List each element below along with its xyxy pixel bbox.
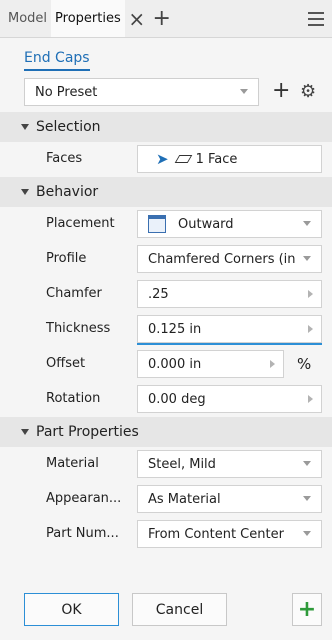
preset-value: No Preset (35, 84, 98, 100)
chevron-down-icon (303, 461, 311, 466)
collapse-triangle-icon (21, 429, 29, 435)
appearance-label: Appearan... (46, 491, 122, 506)
panel-tab-bar: Model Properties × + (0, 0, 332, 38)
preset-dropdown[interactable]: No Preset (24, 78, 259, 106)
offset-input[interactable]: 0.000 in (137, 350, 284, 378)
tab-model[interactable]: Model (4, 0, 51, 37)
select-cursor-icon: ➤ (156, 150, 169, 168)
profile-row: Profile Chamfered Corners (in (0, 242, 332, 277)
material-value: Steel, Mild (148, 456, 216, 472)
expand-arrow-icon[interactable] (308, 290, 313, 298)
thickness-row: Thickness 0.125 in (0, 312, 332, 347)
collapse-triangle-icon (21, 124, 29, 130)
profile-dropdown[interactable]: Chamfered Corners (in (137, 245, 322, 273)
rotation-input[interactable]: 0.00 deg (137, 385, 322, 413)
chevron-down-icon (303, 496, 311, 501)
faces-value: 1 Face (195, 151, 238, 167)
material-label: Material (46, 456, 99, 471)
appearance-dropdown[interactable]: As Material (137, 485, 322, 513)
rotation-row: Rotation 0.00 deg (0, 382, 332, 417)
rotation-label: Rotation (46, 391, 101, 406)
section-behavior-title: Behavior (36, 184, 99, 200)
percent-toggle[interactable]: % (297, 355, 311, 373)
thickness-input[interactable]: 0.125 in (137, 315, 322, 343)
section-part-properties-header[interactable]: Part Properties (0, 417, 332, 447)
expand-arrow-icon[interactable] (308, 395, 313, 403)
expand-arrow-icon[interactable] (308, 325, 313, 333)
chevron-down-icon (303, 256, 311, 261)
offset-row: Offset 0.000 in % (0, 347, 332, 382)
section-selection-header[interactable]: Selection (0, 112, 332, 142)
appearance-value: As Material (148, 491, 221, 507)
expand-arrow-icon[interactable] (270, 360, 275, 368)
gear-icon[interactable]: ⚙ (300, 79, 316, 105)
tab-model-label: Model (8, 11, 48, 26)
close-tab-icon[interactable]: × (125, 0, 149, 38)
section-selection-title: Selection (36, 119, 101, 135)
part-number-label: Part Num... (46, 526, 119, 541)
outward-placement-icon (148, 215, 166, 233)
faces-selector[interactable]: ➤ 1 Face (137, 145, 322, 173)
placement-value: Outward (178, 216, 234, 232)
chamfer-input[interactable]: .25 (137, 280, 322, 308)
profile-value: Chamfered Corners (in (148, 251, 296, 267)
part-number-row: Part Num... From Content Center (0, 517, 332, 552)
apply-plus-button[interactable]: + (292, 593, 322, 626)
chevron-down-icon (303, 531, 311, 536)
tab-properties-label: Properties (55, 11, 121, 26)
thickness-value: 0.125 in (148, 321, 202, 337)
face-icon (174, 155, 192, 163)
ok-button[interactable]: OK (24, 593, 119, 626)
collapse-triangle-icon (21, 189, 29, 195)
cancel-button[interactable]: Cancel (132, 593, 227, 626)
active-field-indicator (137, 343, 322, 345)
faces-label: Faces (46, 151, 83, 166)
section-part-properties-title: Part Properties (36, 424, 139, 440)
faces-row: Faces ➤ 1 Face (0, 142, 332, 177)
thickness-label: Thickness (46, 321, 111, 336)
profile-label: Profile (46, 251, 87, 266)
chamfer-row: Chamfer .25 (0, 277, 332, 312)
tab-end-caps[interactable]: End Caps (24, 50, 90, 71)
chamfer-label: Chamfer (46, 286, 102, 301)
preset-row: No Preset + ⚙ (0, 72, 332, 112)
placement-label: Placement (46, 216, 115, 231)
part-number-dropdown[interactable]: From Content Center (137, 520, 322, 548)
appearance-row: Appearan... As Material (0, 482, 332, 517)
section-behavior-header[interactable]: Behavior (0, 177, 332, 207)
ok-button-label: OK (61, 601, 82, 618)
chevron-down-icon (303, 221, 311, 226)
rotation-value: 0.00 deg (148, 391, 206, 407)
chamfer-value: .25 (148, 286, 169, 302)
add-tab-icon[interactable]: + (149, 0, 175, 38)
material-row: Material Steel, Mild (0, 447, 332, 482)
part-number-value: From Content Center (148, 526, 284, 542)
cancel-button-label: Cancel (155, 601, 204, 618)
chevron-down-icon (240, 89, 248, 94)
offset-label: Offset (46, 356, 86, 371)
placement-row: Placement Outward (0, 207, 332, 242)
add-preset-icon[interactable]: + (272, 78, 290, 104)
material-dropdown[interactable]: Steel, Mild (137, 450, 322, 478)
tab-properties[interactable]: Properties (51, 0, 125, 37)
placement-dropdown[interactable]: Outward (137, 210, 322, 238)
subtab-row: End Caps (0, 38, 332, 72)
dialog-footer: OK Cancel + (0, 587, 332, 640)
menu-icon[interactable] (308, 12, 324, 26)
offset-value: 0.000 in (148, 356, 202, 372)
